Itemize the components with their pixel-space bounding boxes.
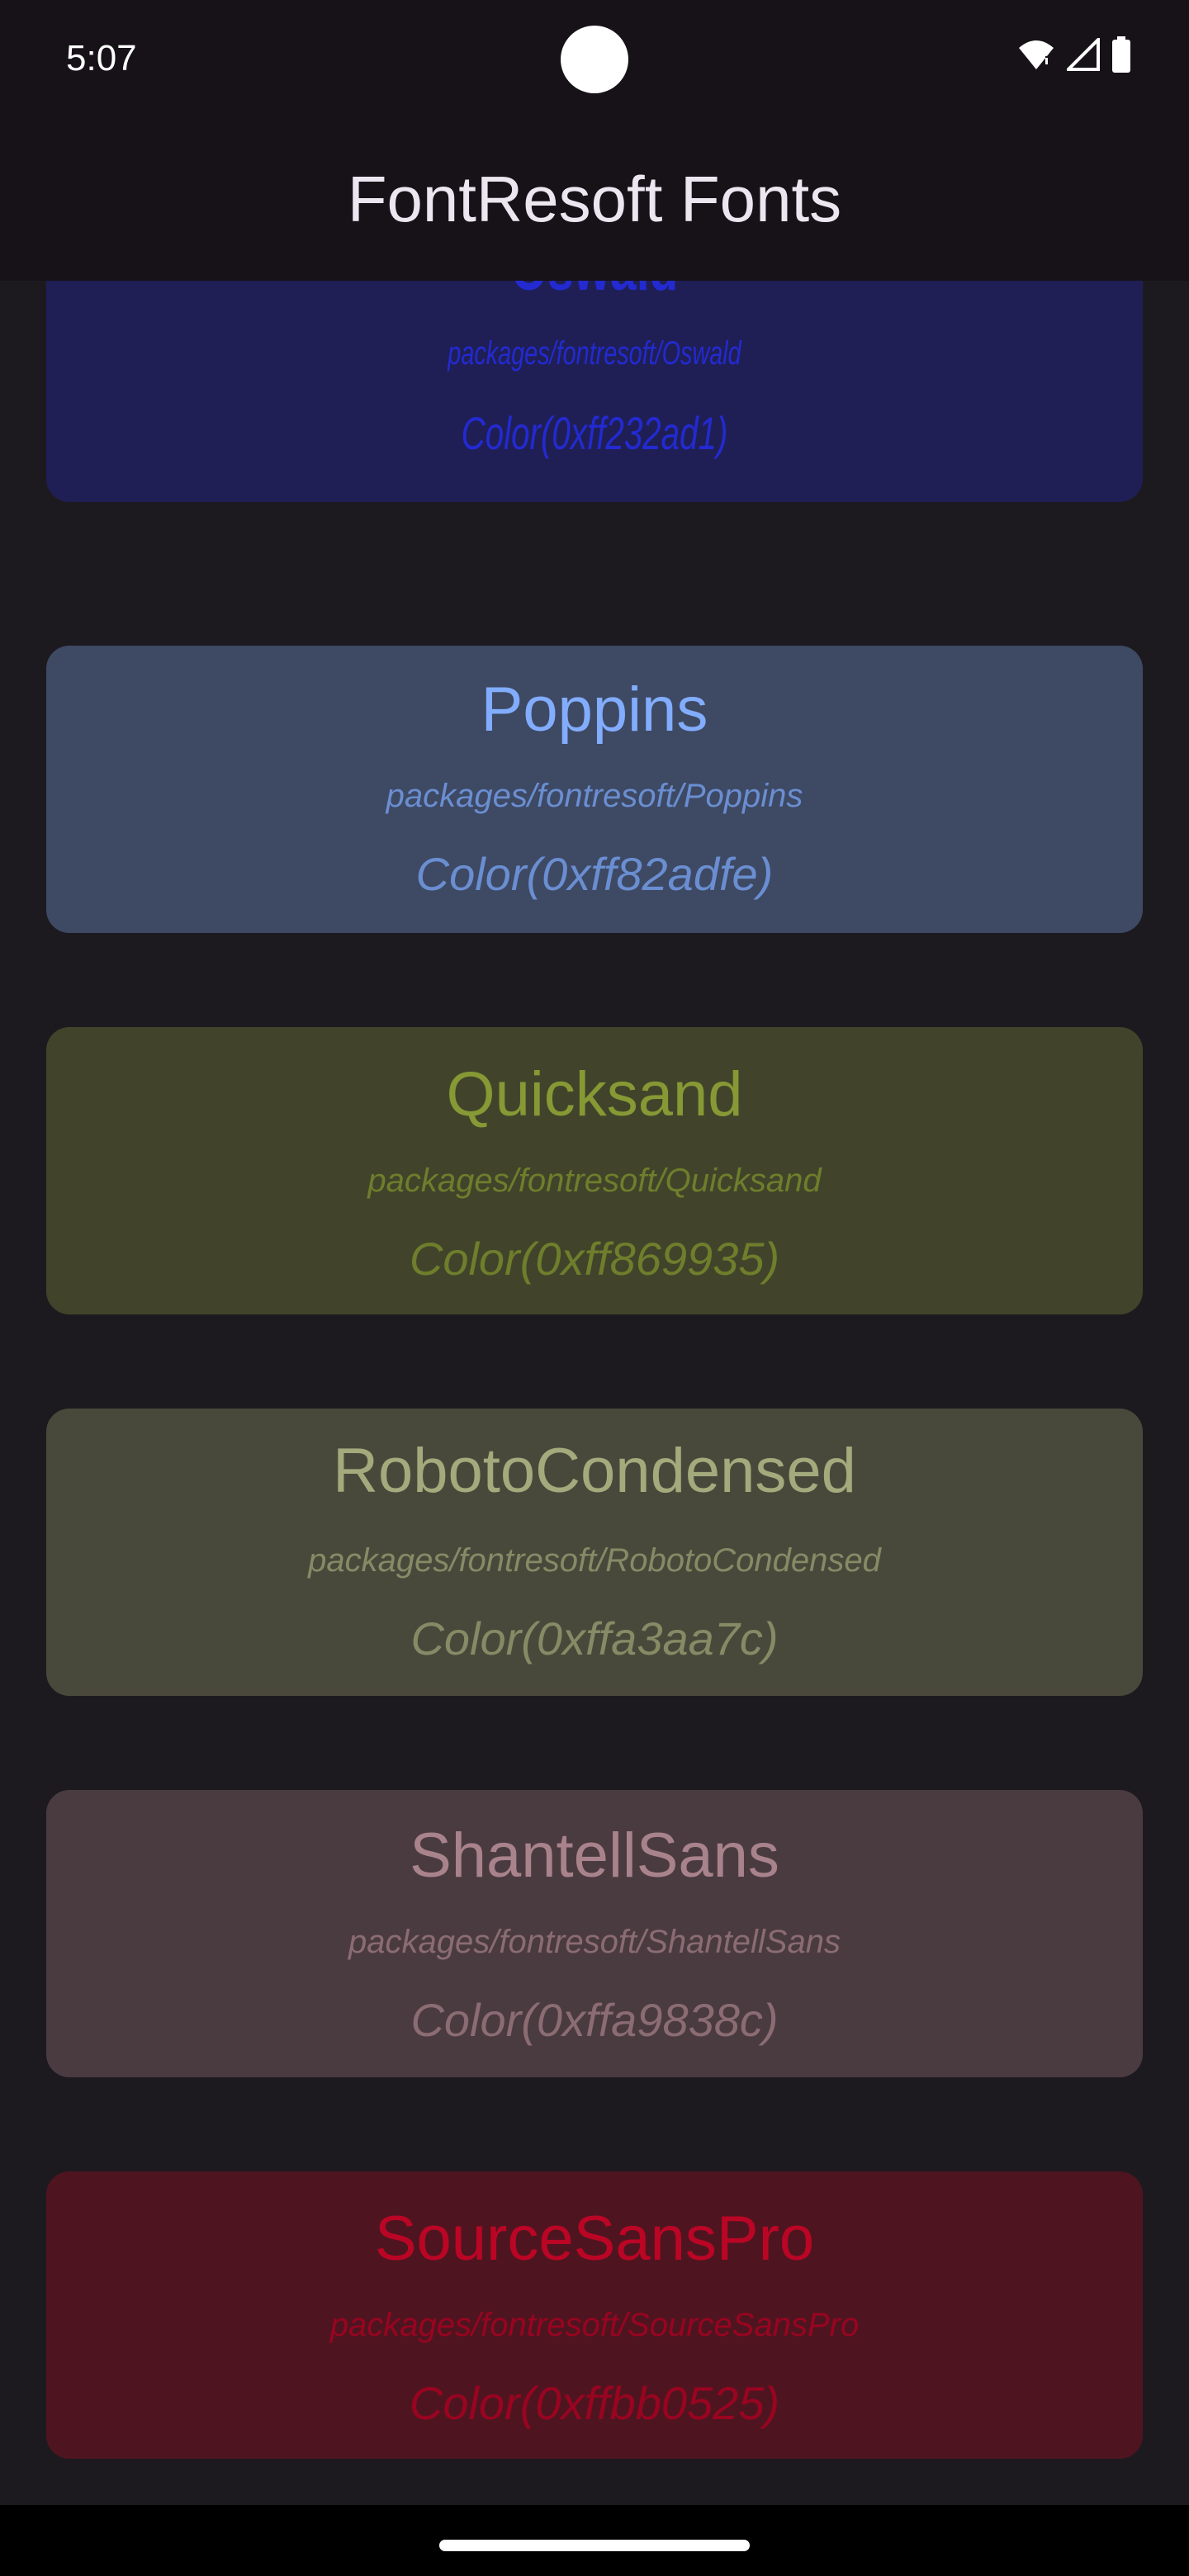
font-name: Quicksand	[446, 1059, 743, 1129]
signal-icon	[1067, 38, 1100, 71]
font-name: Oswald	[183, 281, 1006, 304]
font-list[interactable]: Oswald packages/fontresoft/Oswald Color(…	[0, 281, 1189, 2505]
font-path: packages/fontresoft/ShantellSans	[348, 1924, 841, 1960]
status-time: 5:07	[66, 38, 137, 78]
font-color-label: Color(0xffa3aa7c)	[410, 1612, 779, 1664]
font-name: RobotoCondensed	[333, 1436, 856, 1506]
font-card-quicksand[interactable]: Quicksand packages/fontresoft/Quicksand …	[46, 1027, 1143, 1314]
font-name: SourceSansPro	[374, 2204, 815, 2274]
font-color-label: Color(0xff232ad1)	[461, 407, 728, 459]
status-icons	[1017, 36, 1131, 73]
font-color-label: Color(0xffa9838c)	[410, 1994, 779, 2046]
font-path: packages/fontresoft/RobotoCondensed	[308, 1542, 881, 1579]
status-bar: 5:07	[0, 0, 1189, 124]
font-name: Poppins	[481, 675, 708, 745]
font-color-label: Color(0xff869935)	[409, 1233, 780, 1285]
font-card-shantellsans[interactable]: ShantellSans packages/fontresoft/Shantel…	[46, 1790, 1143, 2077]
font-card-robotocondensed[interactable]: RobotoCondensed packages/fontresoft/Robo…	[46, 1409, 1143, 1696]
font-card-oswald[interactable]: Oswald packages/fontresoft/Oswald Color(…	[46, 281, 1143, 502]
page-title: FontResoft Fonts	[347, 163, 842, 235]
font-path: packages/fontresoft/Oswald	[448, 335, 741, 372]
font-card-sourcesanspro[interactable]: SourceSansPro packages/fontresoft/Source…	[46, 2171, 1143, 2459]
font-name: ShantellSans	[410, 1821, 779, 1891]
font-path: packages/fontresoft/Quicksand	[367, 1163, 822, 1199]
home-indicator[interactable]	[439, 2540, 750, 2551]
wifi-icon	[1019, 40, 1054, 69]
battery-icon	[1112, 36, 1130, 73]
font-card-poppins[interactable]: Poppins packages/fontresoft/Poppins Colo…	[46, 646, 1143, 933]
app-bar: FontResoft Fonts	[0, 124, 1189, 281]
camera-cutout	[561, 26, 628, 93]
font-path: packages/fontresoft/SourceSansPro	[329, 2307, 860, 2343]
font-color-label: Color(0xff82adfe)	[415, 848, 774, 900]
font-path: packages/fontresoft/Poppins	[386, 778, 803, 814]
font-color-label: Color(0xffbb0525)	[409, 2377, 780, 2429]
